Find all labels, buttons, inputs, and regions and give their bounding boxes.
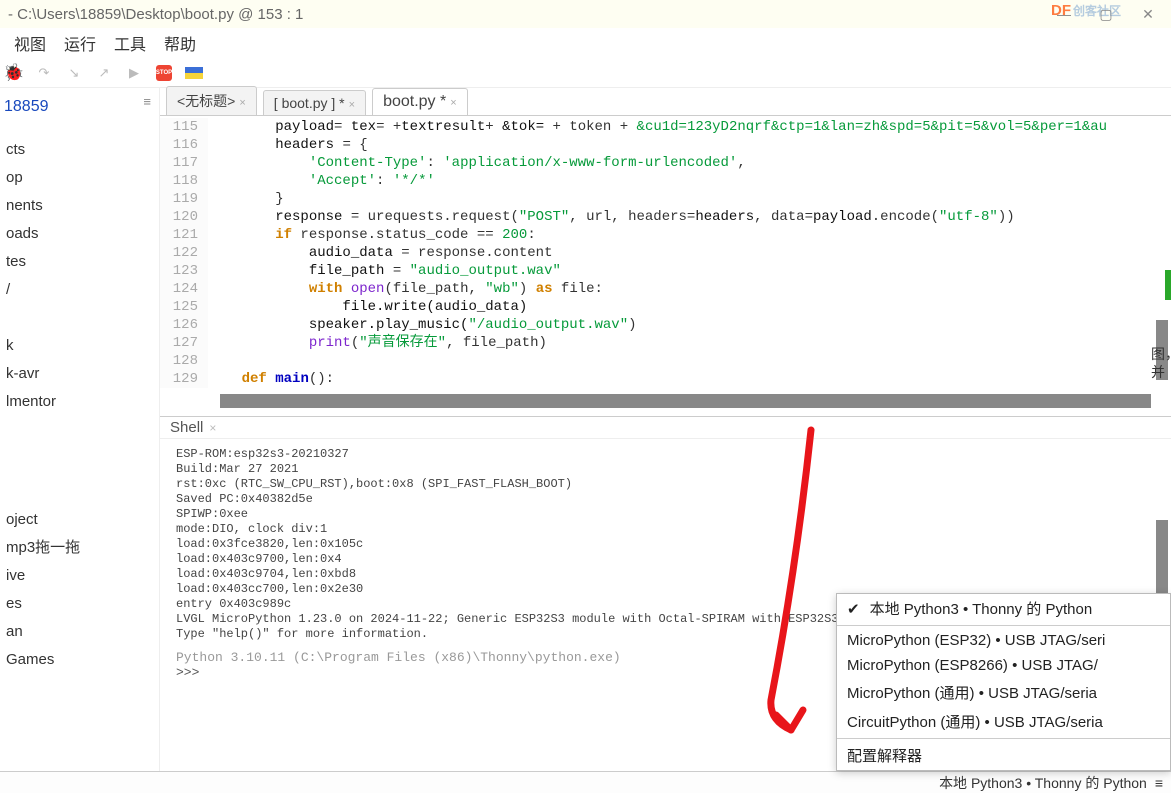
status-interpreter[interactable]: 本地 Python3 • Thonny 的 Python bbox=[939, 773, 1147, 793]
menu-view[interactable]: 视图 bbox=[14, 31, 46, 55]
interpreter-configure[interactable]: 配置解释器 bbox=[837, 741, 1170, 770]
menu-bar: 视图 运行 工具 帮助 bbox=[0, 28, 1171, 58]
step-over-icon[interactable]: ↷ bbox=[34, 63, 54, 83]
shell-close-icon[interactable]: × bbox=[209, 421, 216, 435]
menu-tools[interactable]: 工具 bbox=[114, 31, 146, 55]
sidebar-item[interactable]: op bbox=[0, 164, 159, 192]
sidebar-item[interactable]: k-avr bbox=[0, 360, 159, 388]
sidebar-item[interactable]: cts bbox=[0, 136, 159, 164]
background-text-sliver: 图， 并 bbox=[1151, 345, 1169, 381]
step-out-icon[interactable]: ↗ bbox=[94, 63, 114, 83]
interpreter-menu-item[interactable]: 本地 Python3 • Thonny 的 Python bbox=[837, 594, 1170, 623]
status-menu-icon[interactable]: ≡ bbox=[1155, 775, 1163, 791]
sidebar-item[interactable]: an bbox=[0, 618, 159, 646]
window-controls: — ▢ ✕ bbox=[1049, 4, 1163, 24]
sidebar-item[interactable]: nents bbox=[0, 192, 159, 220]
interpreter-menu-item[interactable]: MicroPython (ESP8266) • USB JTAG/ bbox=[837, 653, 1170, 678]
tab-boot-brackets[interactable]: [ boot.py ] *× bbox=[263, 90, 366, 115]
sidebar-item[interactable]: Games bbox=[0, 646, 159, 674]
stop-icon[interactable] bbox=[154, 63, 174, 83]
sidebar-menu-icon[interactable]: ≡ bbox=[143, 94, 151, 109]
minimize-button[interactable]: — bbox=[1049, 4, 1079, 24]
resume-icon[interactable]: ▶ bbox=[124, 63, 144, 83]
title-bar: - C:\Users\18859\Desktop\boot.py @ 153 :… bbox=[0, 0, 1171, 28]
sidebar-item[interactable]: oads bbox=[0, 220, 159, 248]
support-ukraine-icon[interactable] bbox=[184, 63, 204, 83]
sidebar-item[interactable]: mp3拖一拖 bbox=[0, 534, 159, 562]
maximize-button[interactable]: ▢ bbox=[1091, 4, 1121, 24]
sidebar-root[interactable]: 18859 bbox=[0, 92, 159, 116]
file-sidebar: ≡ 18859 ctsopnentsoadstes/ kk-avrlmentor o… bbox=[0, 88, 160, 771]
window-title: - C:\Users\18859\Desktop\boot.py @ 153 :… bbox=[8, 6, 303, 23]
tab-boot[interactable]: boot.py *× bbox=[372, 88, 468, 115]
close-button[interactable]: ✕ bbox=[1133, 4, 1163, 24]
sidebar-item[interactable]: es bbox=[0, 590, 159, 618]
interpreter-menu-item[interactable]: MicroPython (ESP32) • USB JTAG/seri bbox=[837, 628, 1170, 653]
code-editor[interactable]: 115 payload= tex= +textresult+ &tok= + t… bbox=[160, 116, 1171, 390]
sidebar-item[interactable]: lmentor bbox=[0, 388, 159, 416]
shell-title: Shell bbox=[170, 419, 203, 436]
debug-icon[interactable]: 🐞 bbox=[4, 63, 24, 83]
sidebar-item[interactable]: k bbox=[0, 332, 159, 360]
step-into-icon[interactable]: ↘ bbox=[64, 63, 84, 83]
sidebar-item[interactable]: / bbox=[0, 276, 159, 304]
sidebar-item[interactable]: oject bbox=[0, 506, 159, 534]
menu-help[interactable]: 帮助 bbox=[164, 31, 196, 55]
toolbar: 🐞 ↷ ↘ ↗ ▶ bbox=[0, 58, 1171, 88]
tab-untitled[interactable]: <无标题>× bbox=[166, 86, 257, 115]
sidebar-item[interactable]: tes bbox=[0, 248, 159, 276]
interpreter-menu-item[interactable]: CircuitPython (通用) • USB JTAG/seria bbox=[837, 707, 1170, 736]
interpreter-menu-item[interactable]: MicroPython (通用) • USB JTAG/seria bbox=[837, 678, 1170, 707]
shell-header: Shell × bbox=[160, 416, 1171, 439]
horizontal-scrollbar[interactable] bbox=[220, 394, 1151, 408]
menu-run[interactable]: 运行 bbox=[64, 31, 96, 55]
status-bar[interactable]: 本地 Python3 • Thonny 的 Python ≡ bbox=[0, 771, 1171, 793]
background-green-sliver bbox=[1165, 270, 1171, 300]
interpreter-menu: 本地 Python3 • Thonny 的 Python MicroPython … bbox=[836, 593, 1171, 771]
sidebar-item[interactable]: ive bbox=[0, 562, 159, 590]
editor-tabs: <无标题>× [ boot.py ] *× boot.py *× bbox=[160, 88, 1171, 116]
